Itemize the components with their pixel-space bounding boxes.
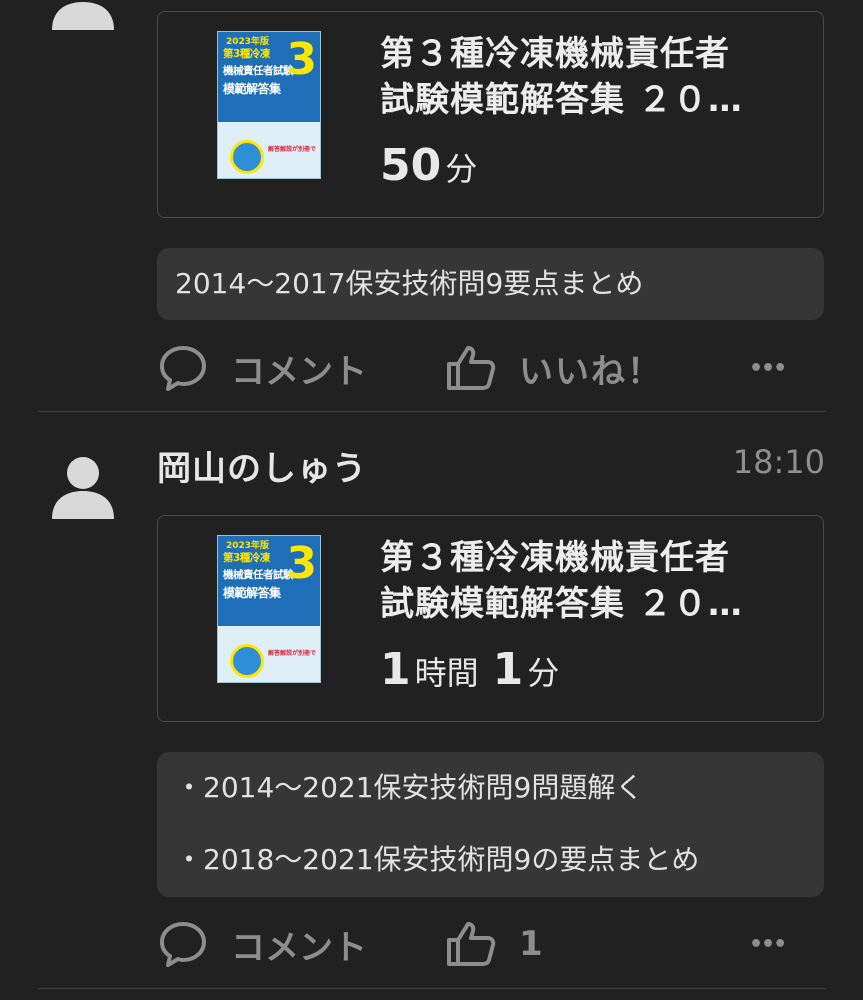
user-avatar[interactable] <box>52 455 114 519</box>
more-options-button[interactable]: ••• <box>749 338 787 398</box>
like-button[interactable]: 1 <box>445 914 543 974</box>
like-button[interactable]: いいね！ <box>445 338 663 398</box>
post-actions: コメント 1 ••• <box>157 914 824 974</box>
study-time: 50 分 <box>380 140 478 191</box>
book-cover-image: 2023年版 第3種冷凍 機械責任者試験 模範解答集 3 解答解説が別冊で <box>217 31 321 179</box>
more-options-button[interactable]: ••• <box>749 914 787 974</box>
book-cover-image: 2023年版 第3種冷凍 機械責任者試験 模範解答集 3 解答解説が別冊で <box>217 535 321 683</box>
note-line: ・2014〜2021保安技術問9問題解く <box>175 771 644 804</box>
note-line: ・2018〜2021保安技術問9の要点まとめ <box>175 843 700 876</box>
book-title[interactable]: 第３種冷凍機械責任者 試験模範解答集 ２０… <box>380 31 800 123</box>
book-card[interactable]: 2023年版 第3種冷凍 機械責任者試験 模範解答集 3 解答解説が別冊で 第３… <box>157 11 824 218</box>
comment-button[interactable]: コメント <box>157 914 367 974</box>
book-title[interactable]: 第３種冷凍機械責任者 試験模範解答集 ２０… <box>380 535 800 627</box>
book-card[interactable]: 2023年版 第3種冷凍 機械責任者試験 模範解答集 3 解答解説が別冊で 第３… <box>157 515 824 722</box>
post-actions: コメント いいね！ ••• <box>157 338 824 398</box>
study-note: 2014〜2017保安技術問9要点まとめ <box>157 248 824 320</box>
speech-bubble-icon <box>160 922 206 967</box>
study-note: ・2014〜2021保安技術問9問題解く ・2018〜2021保安技術問9の要点… <box>157 752 824 897</box>
more-icon: ••• <box>749 355 787 381</box>
post-time: 18:10 <box>732 443 825 481</box>
like-count: 1 <box>519 924 543 964</box>
user-avatar[interactable] <box>52 0 114 30</box>
person-icon <box>52 2 114 30</box>
thumbs-up-icon <box>447 346 496 390</box>
post-divider <box>38 411 826 412</box>
comment-button[interactable]: コメント <box>157 338 367 398</box>
user-name[interactable]: 岡山のしゅう <box>157 441 367 490</box>
person-icon <box>52 457 114 519</box>
study-time: 1 時間 1 分 <box>380 644 560 695</box>
speech-bubble-icon <box>160 346 206 391</box>
more-icon: ••• <box>749 931 787 957</box>
note-line: 2014〜2017保安技術問9要点まとめ <box>175 267 644 300</box>
post-divider <box>38 988 826 989</box>
thumbs-up-icon <box>447 922 496 966</box>
